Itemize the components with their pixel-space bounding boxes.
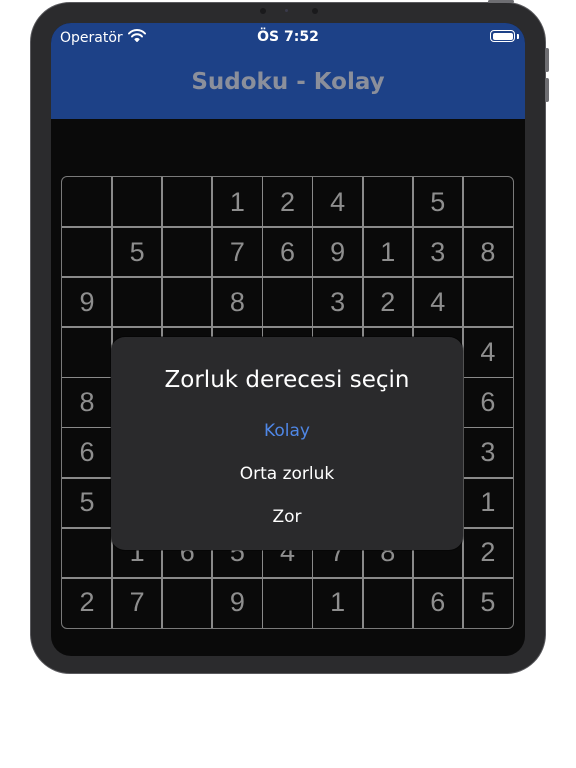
option-zor-button[interactable]: Zor bbox=[111, 507, 463, 527]
sudoku-cell[interactable]: 1 bbox=[363, 227, 413, 277]
sudoku-cell[interactable]: 8 bbox=[463, 227, 513, 277]
sudoku-cell[interactable]: 4 bbox=[313, 177, 363, 227]
battery-nub bbox=[517, 34, 519, 39]
sudoku-cell[interactable] bbox=[112, 177, 162, 227]
sudoku-cell[interactable]: 1 bbox=[313, 578, 363, 628]
volume-down-button bbox=[545, 78, 549, 102]
sudoku-cell[interactable] bbox=[363, 578, 413, 628]
sudoku-cell[interactable]: 4 bbox=[413, 277, 463, 327]
proximity-sensor bbox=[312, 8, 318, 14]
status-time: ÖS 7:52 bbox=[257, 29, 319, 45]
sudoku-cell[interactable]: 2 bbox=[363, 277, 413, 327]
sudoku-cell[interactable] bbox=[162, 578, 212, 628]
sudoku-cell[interactable]: 8 bbox=[62, 377, 112, 427]
option-kolay-button[interactable]: Kolay bbox=[111, 421, 463, 441]
sudoku-cell[interactable]: 6 bbox=[463, 377, 513, 427]
sudoku-cell[interactable]: 6 bbox=[413, 578, 463, 628]
sudoku-cell[interactable]: 5 bbox=[112, 227, 162, 277]
sudoku-cell[interactable] bbox=[62, 528, 112, 578]
battery-level bbox=[492, 32, 513, 40]
sudoku-cell[interactable]: 9 bbox=[62, 277, 112, 327]
sudoku-cell[interactable] bbox=[162, 177, 212, 227]
power-button bbox=[488, 0, 514, 3]
sudoku-cell[interactable]: 1 bbox=[463, 478, 513, 528]
sudoku-cell[interactable]: 9 bbox=[313, 227, 363, 277]
sudoku-cell[interactable] bbox=[62, 177, 112, 227]
sudoku-cell[interactable] bbox=[112, 277, 162, 327]
sudoku-cell[interactable] bbox=[463, 177, 513, 227]
sudoku-cell[interactable] bbox=[162, 227, 212, 277]
page-title: Sudoku - Kolay bbox=[191, 69, 385, 95]
sudoku-cell[interactable] bbox=[62, 227, 112, 277]
sudoku-cell[interactable] bbox=[463, 277, 513, 327]
sudoku-cell[interactable] bbox=[363, 177, 413, 227]
sudoku-cell[interactable] bbox=[162, 277, 212, 327]
volume-up-button bbox=[545, 48, 549, 72]
sudoku-cell[interactable]: 3 bbox=[463, 428, 513, 478]
sudoku-cell[interactable]: 5 bbox=[413, 177, 463, 227]
sudoku-cell[interactable]: 2 bbox=[262, 177, 312, 227]
sudoku-cell[interactable] bbox=[62, 327, 112, 377]
sudoku-cell[interactable]: 7 bbox=[212, 227, 262, 277]
sudoku-cell[interactable] bbox=[262, 277, 312, 327]
sudoku-cell[interactable]: 9 bbox=[212, 578, 262, 628]
navigation-bar: Operatör ÖS 7:52 Sudoku - Kolay bbox=[51, 23, 525, 119]
sudoku-cell[interactable]: 5 bbox=[62, 478, 112, 528]
difficulty-dialog: Zorluk derecesi seçin Kolay Orta zorluk … bbox=[111, 337, 463, 550]
sudoku-cell[interactable]: 8 bbox=[212, 277, 262, 327]
battery-icon bbox=[490, 30, 515, 42]
camera-lens bbox=[285, 9, 288, 12]
sudoku-cell[interactable]: 1 bbox=[212, 177, 262, 227]
sudoku-cell[interactable]: 2 bbox=[62, 578, 112, 628]
sudoku-cell[interactable]: 7 bbox=[112, 578, 162, 628]
sudoku-cell[interactable] bbox=[262, 578, 312, 628]
sudoku-cell[interactable]: 6 bbox=[62, 428, 112, 478]
sudoku-cell[interactable]: 4 bbox=[463, 327, 513, 377]
sudoku-cell[interactable]: 2 bbox=[463, 528, 513, 578]
sudoku-cell[interactable]: 3 bbox=[313, 277, 363, 327]
dialog-title: Zorluk derecesi seçin bbox=[164, 367, 410, 393]
sudoku-cell[interactable]: 5 bbox=[463, 578, 513, 628]
sudoku-cell[interactable]: 6 bbox=[262, 227, 312, 277]
option-orta-zorluk-button[interactable]: Orta zorluk bbox=[111, 464, 463, 484]
sudoku-cell[interactable]: 3 bbox=[413, 227, 463, 277]
camera-sensor bbox=[260, 8, 266, 14]
